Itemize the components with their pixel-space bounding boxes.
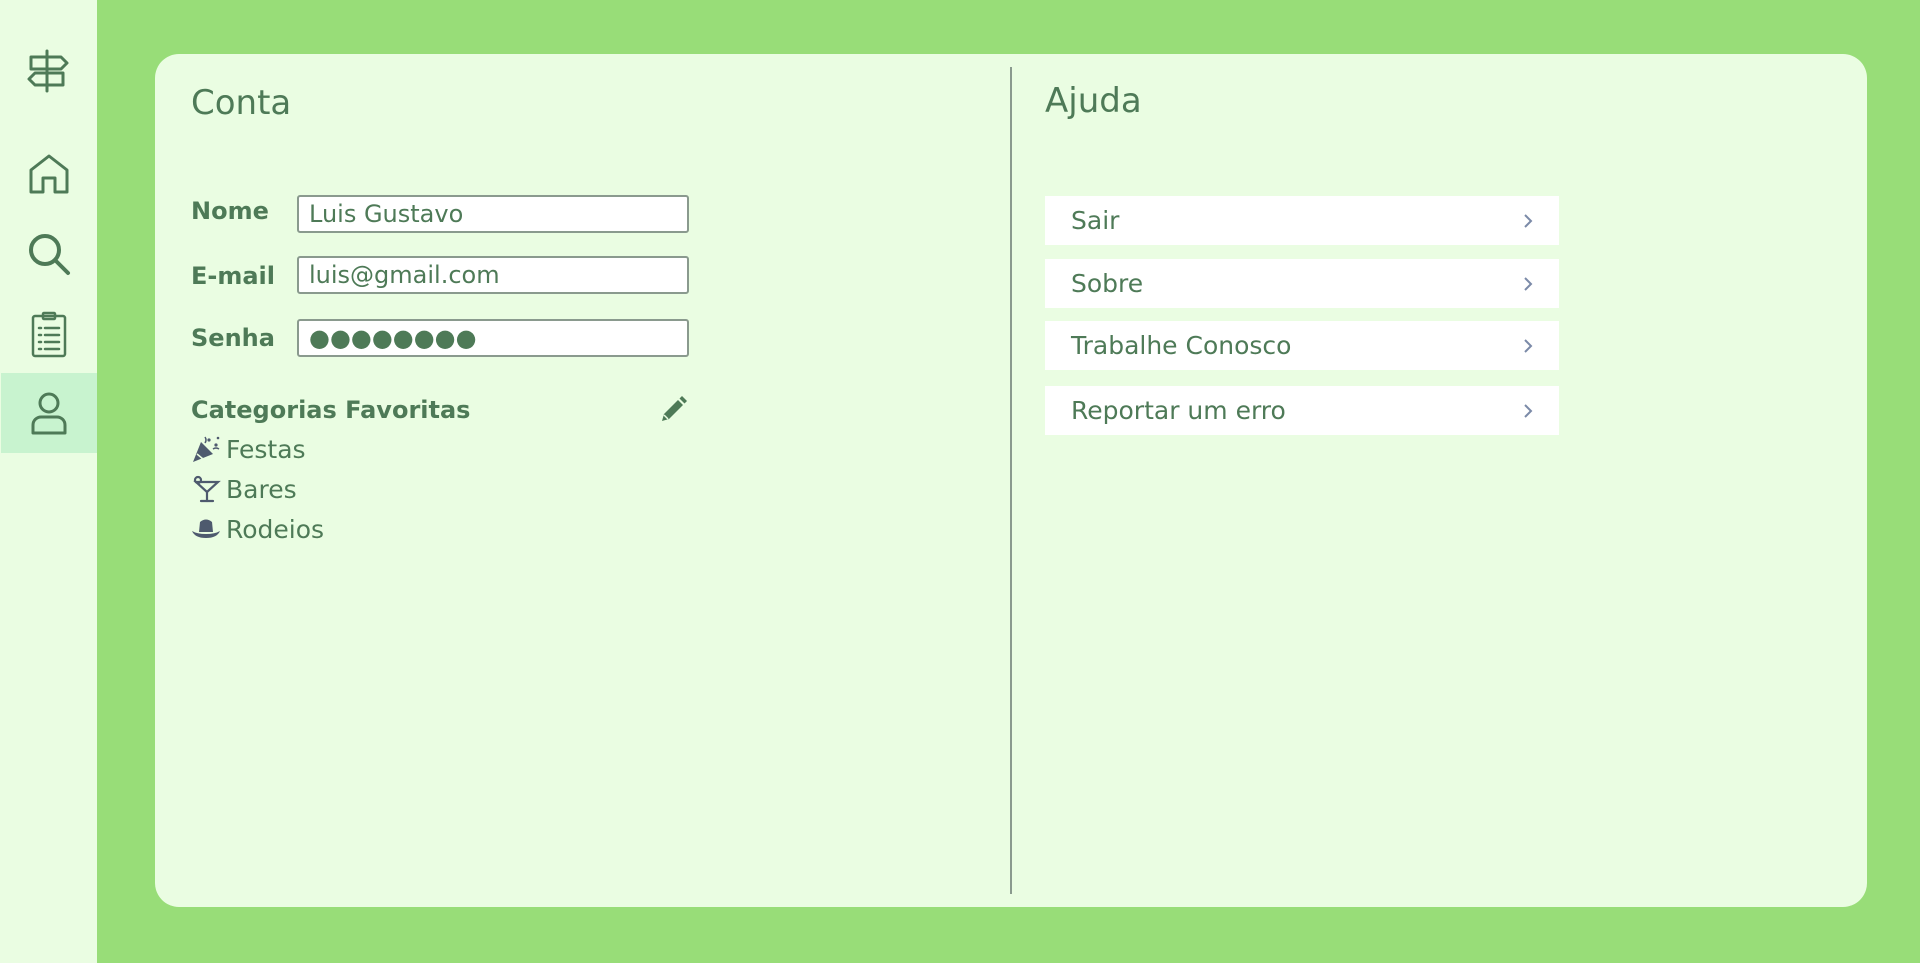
home-icon [29,154,69,194]
account-title: Conta [191,83,292,123]
section-divider [1010,67,1012,894]
cocktail-icon [193,475,221,503]
favorite-item: Festas [191,433,306,465]
sidebar-item-profile[interactable] [1,373,97,453]
cowboy-hat-icon [192,519,220,538]
pencil-icon[interactable] [658,395,688,425]
password-field[interactable] [297,319,689,357]
help-item-label: Sobre [1071,269,1144,298]
help-item-about[interactable]: Sobre [1045,259,1559,308]
chevron-right-icon [1524,213,1533,228]
sidebar-item-home[interactable] [1,134,97,214]
favorite-label: Festas [226,434,306,464]
password-label: Senha [191,324,275,352]
sidebar-item-search[interactable] [1,214,97,294]
help-title: Ajuda [1045,81,1142,121]
help-item-label: Reportar um erro [1071,396,1286,425]
email-label: E-mail [191,262,276,290]
clipboard-list-icon [31,311,67,358]
favorite-item: Bares [191,473,297,505]
help-item-logout[interactable]: Sair [1045,196,1559,245]
help-item-label: Trabalhe Conosco [1071,331,1292,360]
favorites-title: Categorias Favoritas [191,396,471,424]
help-item-report-bug[interactable]: Reportar um erro [1045,386,1559,435]
favorite-label: Bares [226,474,297,504]
email-field[interactable] [297,256,689,294]
chevron-right-icon [1524,338,1533,353]
help-item-label: Sair [1071,206,1120,235]
sidebar-item-signpost[interactable] [1,31,97,111]
party-popper-icon [193,436,220,462]
chevron-right-icon [1524,276,1533,291]
sidebar-item-list[interactable] [1,294,97,374]
help-item-careers[interactable]: Trabalhe Conosco [1045,321,1559,370]
sidebar [0,0,97,963]
name-label: Nome [191,197,269,225]
user-icon [31,392,67,435]
name-field[interactable] [297,195,689,233]
favorite-item: Rodeios [191,513,324,545]
search-icon [29,234,70,275]
chevron-right-icon [1524,403,1533,418]
signpost-icon [27,49,69,93]
settings-card: Conta Nome E-mail Senha Categorias Favor… [155,54,1867,907]
favorite-label: Rodeios [226,514,325,544]
